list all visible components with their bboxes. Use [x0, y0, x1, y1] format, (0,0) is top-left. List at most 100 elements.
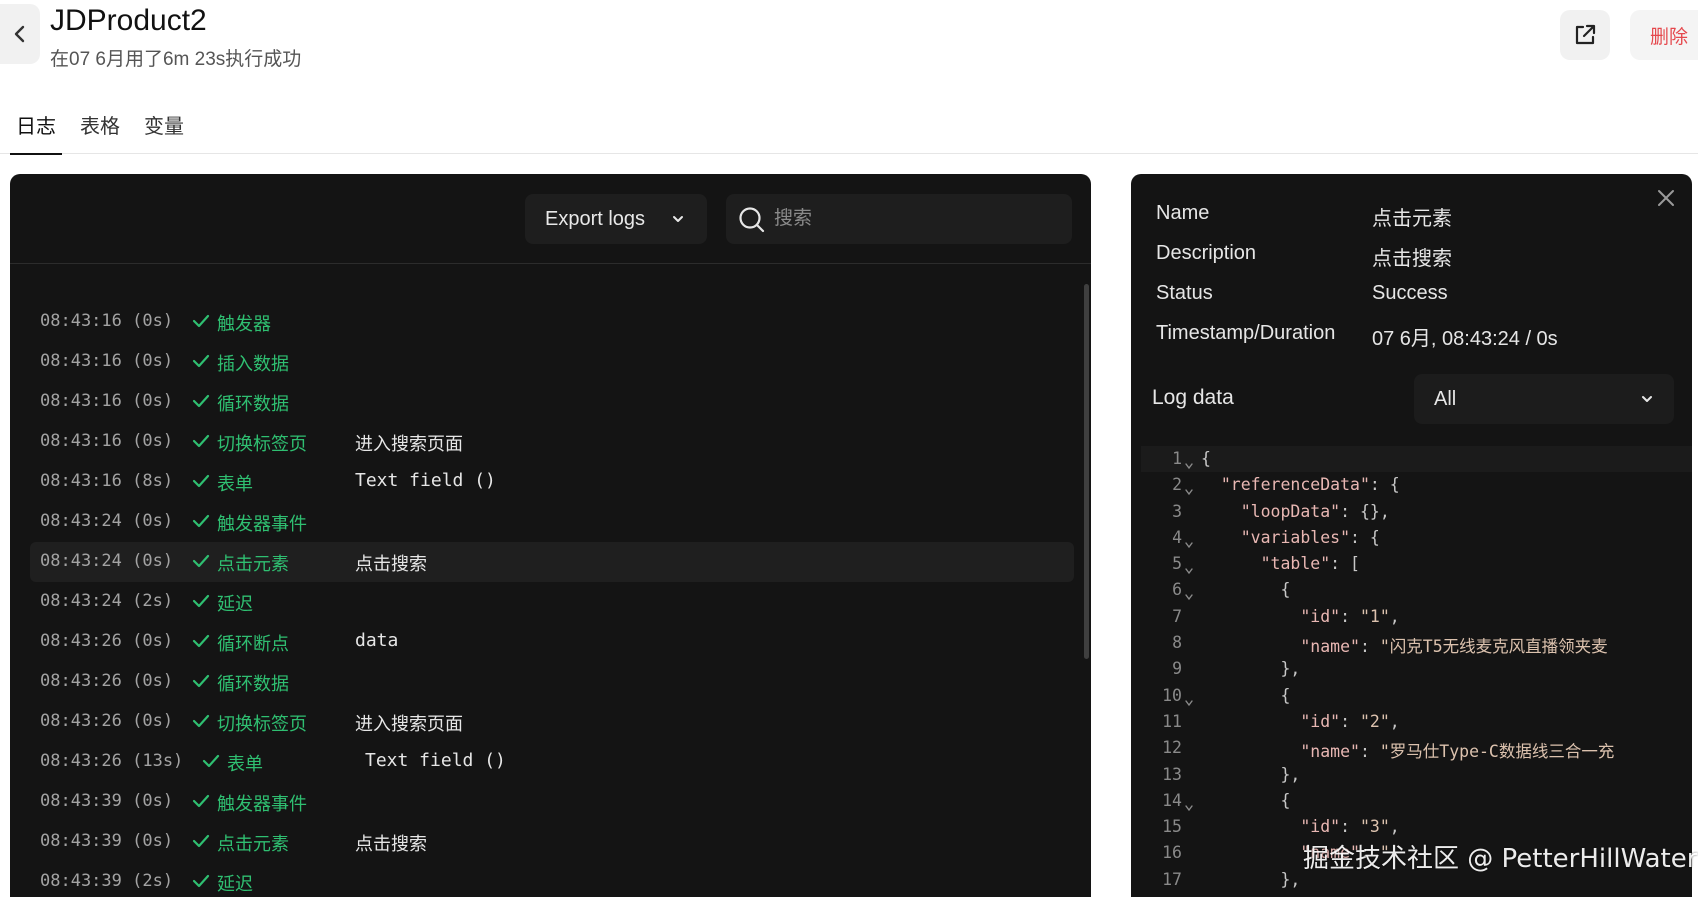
log-step-detail: Text field ()	[355, 470, 496, 491]
code-line: 3 "loopData": {},	[1141, 499, 1692, 525]
code-line: 4 "variables": {	[1141, 525, 1692, 551]
tab-table[interactable]: 表格	[80, 110, 120, 154]
name-label: Name	[1156, 202, 1210, 224]
close-icon[interactable]	[1656, 188, 1676, 208]
line-number: 14	[1162, 790, 1182, 810]
code-line: 14 {	[1141, 788, 1692, 814]
log-row[interactable]: 08:43:24 (0s) 点击元素 点击搜索	[30, 542, 1074, 582]
watermark: 掘金技术社区 @ PetterHillWater	[1303, 844, 1698, 874]
log-row[interactable]: 08:43:16 (0s) 插入数据	[30, 342, 1074, 382]
line-number: 2	[1172, 475, 1182, 495]
log-row[interactable]: 08:43:26 (0s) 循环断点 data	[30, 622, 1074, 662]
log-row[interactable]: 08:43:16 (8s) 表单 Text field ()	[30, 462, 1074, 502]
log-row[interactable]: 08:43:16 (0s) 切换标签页 进入搜索页面	[30, 422, 1074, 462]
log-time: 08:43:26 (0s)	[40, 711, 174, 731]
log-step-detail: 进入搜索页面	[355, 714, 463, 735]
code-text: "name": "罗马仕Type-C数据线三合一充	[1300, 742, 1615, 762]
log-time: 08:43:26 (0s)	[40, 631, 174, 651]
log-row[interactable]: 08:43:26 (13s) 表单 Text field ()	[30, 742, 1074, 782]
check-icon	[192, 873, 210, 894]
code-text: "name": "闪克T5无线麦克风直播领夹麦	[1300, 637, 1608, 657]
check-icon	[192, 313, 210, 334]
log-step-name: 切换标签页	[217, 434, 307, 455]
page-title: JDProduct2	[50, 4, 207, 37]
log-step-name: 循环数据	[217, 674, 289, 695]
check-icon	[192, 593, 210, 614]
log-step-name: 触发器	[217, 314, 271, 335]
log-step-name: 循环数据	[217, 394, 289, 415]
code-text: "variables": {	[1240, 527, 1380, 547]
fold-toggle-icon[interactable]	[1184, 455, 1194, 474]
line-number: 1	[1172, 449, 1182, 468]
fold-toggle-icon[interactable]	[1184, 560, 1194, 579]
search-input[interactable]	[774, 194, 1054, 244]
line-number: 12	[1162, 738, 1182, 758]
code-line: 13 },	[1141, 762, 1692, 788]
log-row[interactable]: 08:43:24 (0s) 触发器事件	[30, 502, 1074, 542]
code-line: 15 "id": "3",	[1141, 814, 1692, 840]
code-text: "id": "1",	[1300, 606, 1400, 626]
line-number: 13	[1162, 764, 1182, 784]
check-icon	[192, 473, 210, 494]
fold-toggle-icon[interactable]	[1184, 481, 1194, 500]
log-step-name: 触发器事件	[217, 514, 307, 535]
description-label: Description	[1156, 242, 1257, 264]
log-data-filter-select[interactable]: All	[1414, 374, 1674, 424]
log-row[interactable]: 08:43:39 (2s) 延迟	[30, 862, 1074, 897]
code-line: 12 "name": "罗马仕Type-C数据线三合一充	[1141, 735, 1692, 761]
log-row[interactable]: 08:43:24 (2s) 延迟	[30, 582, 1074, 622]
code-line: 7 "id": "1",	[1141, 604, 1692, 630]
log-step-detail: Text field ()	[365, 750, 506, 771]
log-row[interactable]: 08:43:26 (0s) 切换标签页 进入搜索页面	[30, 702, 1074, 742]
chevron-down-icon	[673, 216, 683, 222]
export-logs-button[interactable]: Export logs	[525, 194, 707, 244]
line-number: 10	[1162, 685, 1182, 705]
log-row[interactable]: 08:43:39 (0s) 点击元素 点击搜索	[30, 822, 1074, 862]
log-row[interactable]: 08:43:39 (0s) 触发器事件	[30, 782, 1074, 822]
chevron-left-icon	[14, 25, 25, 43]
log-row[interactable]: 08:43:16 (0s) 触发器	[30, 302, 1074, 342]
code-line: 8 "name": "闪克T5无线麦克风直播领夹麦	[1141, 630, 1692, 656]
log-step-name: 点击元素	[217, 554, 289, 575]
code-text: "loopData": {},	[1240, 501, 1390, 521]
log-row[interactable]: 08:43:16 (0s) 循环数据	[30, 382, 1074, 422]
code-line: 6 {	[1141, 577, 1692, 603]
log-step-detail: data	[355, 630, 399, 651]
export-logs-label: Export logs	[545, 207, 646, 230]
timestamp-value: 07 6月, 08:43:24 / 0s	[1372, 328, 1558, 350]
line-number: 17	[1162, 869, 1182, 889]
fold-toggle-icon[interactable]	[1184, 586, 1194, 605]
log-time: 08:43:24 (0s)	[40, 551, 174, 571]
search-field[interactable]	[726, 194, 1072, 244]
tab-logs[interactable]: 日志	[10, 110, 62, 155]
delete-button[interactable]: 删除	[1630, 10, 1698, 60]
log-step-name: 点击元素	[217, 834, 289, 855]
code-line: 11 "id": "2",	[1141, 709, 1692, 735]
log-step-name: 切换标签页	[217, 714, 307, 735]
check-icon	[192, 713, 210, 734]
code-text: "table": [	[1260, 554, 1360, 574]
log-list: 08:43:16 (0s) 触发器 08:43:16 (0s) 插入数据 08:43:1…	[30, 302, 1074, 897]
log-toolbar: Export logs	[10, 174, 1091, 264]
tab-variables[interactable]: 变量	[144, 110, 184, 154]
fold-toggle-icon[interactable]	[1184, 797, 1194, 816]
log-row[interactable]: 08:43:26 (0s) 循环数据	[30, 662, 1074, 702]
check-icon	[192, 833, 210, 854]
log-time: 08:43:16 (0s)	[40, 431, 174, 451]
log-step-detail: 点击搜索	[355, 554, 427, 575]
log-step-name: 插入数据	[217, 354, 289, 375]
fold-toggle-icon[interactable]	[1184, 534, 1194, 553]
check-icon	[192, 393, 210, 414]
code-line: 2 "referenceData": {	[1141, 472, 1692, 498]
log-step-name: 触发器事件	[217, 794, 307, 815]
log-scrollbar[interactable]	[1084, 284, 1089, 659]
log-step-name: 延迟	[217, 594, 253, 615]
name-value: 点击元素	[1372, 208, 1452, 230]
log-time: 08:43:39 (0s)	[40, 831, 174, 851]
json-viewer[interactable]: 1{2 "referenceData": {3 "loopData": {}, 4…	[1141, 446, 1692, 893]
open-external-button[interactable]	[1560, 10, 1610, 60]
back-button[interactable]	[0, 4, 40, 64]
fold-toggle-icon[interactable]	[1184, 692, 1194, 711]
code-text: "id": "3",	[1300, 817, 1400, 837]
code-line: 10 {	[1141, 683, 1692, 709]
